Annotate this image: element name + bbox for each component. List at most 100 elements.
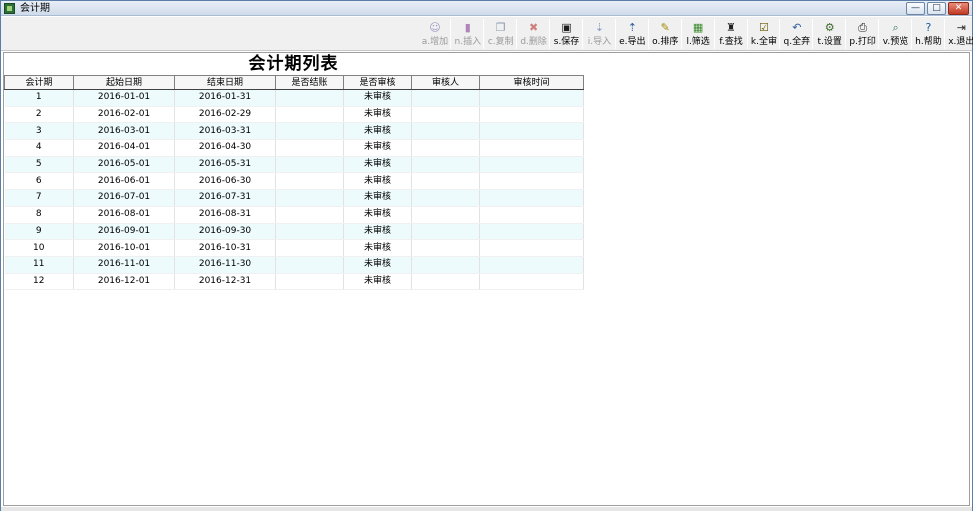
table-row[interactable]: 2 2016-02-01 2016-02-29 未审核 xyxy=(4,106,584,124)
table-cell[interactable]: 2016-02-29 xyxy=(174,106,276,124)
table-cell[interactable] xyxy=(275,239,344,257)
table-cell[interactable] xyxy=(479,89,584,107)
table-cell[interactable]: 2016-03-31 xyxy=(174,122,276,141)
table-cell[interactable] xyxy=(275,223,344,241)
table-cell[interactable]: 2016-08-01 xyxy=(73,206,175,224)
table-cell[interactable] xyxy=(275,172,344,191)
table-cell[interactable]: 2016-12-31 xyxy=(174,273,276,291)
table-cell[interactable] xyxy=(411,89,480,107)
table-cell[interactable]: 5 xyxy=(4,156,74,174)
table-cell[interactable] xyxy=(275,139,344,157)
import-button[interactable]: ⇣ i.导入 xyxy=(584,18,616,50)
table-cell[interactable]: 2016-01-31 xyxy=(174,89,276,107)
export-button[interactable]: ⇡ e.导出 xyxy=(616,18,648,50)
copy-button[interactable]: ❐ c.复制 xyxy=(485,18,517,50)
table-cell[interactable] xyxy=(479,156,584,174)
preview-button[interactable]: ⌕ v.预览 xyxy=(880,18,912,50)
table-cell[interactable] xyxy=(275,273,344,291)
table-cell[interactable] xyxy=(479,223,584,241)
exit-button[interactable]: ⇥ x.退出 xyxy=(945,18,973,50)
table-cell[interactable] xyxy=(411,206,480,224)
table-cell[interactable]: 1 xyxy=(4,89,74,107)
table-cell[interactable]: 2016-10-31 xyxy=(174,239,276,257)
column-header[interactable]: 是否结账 xyxy=(275,75,344,90)
table-cell[interactable]: 2016-11-01 xyxy=(73,256,175,274)
table-cell[interactable] xyxy=(479,139,584,157)
column-header[interactable]: 审核时间 xyxy=(479,75,584,90)
table-cell[interactable]: 2 xyxy=(4,106,74,124)
table-cell[interactable]: 2016-07-31 xyxy=(174,189,276,207)
table-cell[interactable]: 未审核 xyxy=(343,106,412,124)
insert-button[interactable]: ▮ n.插入 xyxy=(452,18,484,50)
table-cell[interactable]: 2016-02-01 xyxy=(73,106,175,124)
table-cell[interactable] xyxy=(275,89,344,107)
settings-button[interactable]: ⚙ t.设置 xyxy=(814,18,846,50)
table-cell[interactable]: 12 xyxy=(4,273,74,291)
table-cell[interactable] xyxy=(411,273,480,291)
table-cell[interactable]: 未审核 xyxy=(343,223,412,241)
table-cell[interactable] xyxy=(411,256,480,274)
table-row[interactable]: 7 2016-07-01 2016-07-31 未审核 xyxy=(4,189,584,207)
table-row[interactable]: 9 2016-09-01 2016-09-30 未审核 xyxy=(4,223,584,241)
table-cell[interactable] xyxy=(411,139,480,157)
table-cell[interactable]: 2016-04-30 xyxy=(174,139,276,157)
table-cell[interactable] xyxy=(479,106,584,124)
table-cell[interactable]: 2016-10-01 xyxy=(73,239,175,257)
table-cell[interactable]: 2016-04-01 xyxy=(73,139,175,157)
filter-button[interactable]: ▦ l.筛选 xyxy=(682,18,714,50)
table-row[interactable]: 1 2016-01-01 2016-01-31 未审核 xyxy=(4,89,584,107)
table-row[interactable]: 8 2016-08-01 2016-08-31 未审核 xyxy=(4,206,584,224)
table-cell[interactable] xyxy=(479,172,584,191)
table-row[interactable]: 12 2016-12-01 2016-12-31 未审核 xyxy=(4,273,584,291)
delete-button[interactable]: ✖ d.删除 xyxy=(518,18,550,50)
table-cell[interactable]: 2016-11-30 xyxy=(174,256,276,274)
table-cell[interactable]: 未审核 xyxy=(343,206,412,224)
table-cell[interactable]: 7 xyxy=(4,189,74,207)
table-cell[interactable]: 2016-03-01 xyxy=(73,122,175,141)
table-cell[interactable] xyxy=(275,189,344,207)
table-cell[interactable]: 未审核 xyxy=(343,172,412,191)
table-cell[interactable]: 未审核 xyxy=(343,139,412,157)
column-header[interactable]: 是否审核 xyxy=(343,75,412,90)
add-button[interactable]: ☺ a.增加 xyxy=(419,18,451,50)
table-cell[interactable]: 未审核 xyxy=(343,256,412,274)
table-cell[interactable]: 2016-12-01 xyxy=(73,273,175,291)
title-bar[interactable]: 会计期 — □ ✕ xyxy=(1,1,972,16)
table-cell[interactable]: 2016-09-01 xyxy=(73,223,175,241)
column-header[interactable]: 结束日期 xyxy=(174,75,276,90)
table-cell[interactable] xyxy=(411,172,480,191)
table-row[interactable]: 11 2016-11-01 2016-11-30 未审核 xyxy=(4,256,584,274)
table-cell[interactable]: 2016-09-30 xyxy=(174,223,276,241)
table-cell[interactable] xyxy=(479,256,584,274)
table-cell[interactable]: 未审核 xyxy=(343,89,412,107)
table-row[interactable]: 10 2016-10-01 2016-10-31 未审核 xyxy=(4,239,584,257)
table-row[interactable]: 3 2016-03-01 2016-03-31 未审核 xyxy=(4,122,584,141)
find-button[interactable]: ♜ f.查找 xyxy=(715,18,747,50)
table-cell[interactable]: 8 xyxy=(4,206,74,224)
table-cell[interactable]: 2016-05-31 xyxy=(174,156,276,174)
table-cell[interactable] xyxy=(275,206,344,224)
approve-all-button[interactable]: ☑ k.全审 xyxy=(748,18,780,50)
table-cell[interactable]: 9 xyxy=(4,223,74,241)
table-cell[interactable]: 未审核 xyxy=(343,156,412,174)
table-cell[interactable]: 2016-05-01 xyxy=(73,156,175,174)
table-cell[interactable] xyxy=(479,122,584,141)
maximize-button[interactable]: □ xyxy=(927,2,946,15)
table-cell[interactable]: 4 xyxy=(4,139,74,157)
table-cell[interactable] xyxy=(275,106,344,124)
table-cell[interactable]: 6 xyxy=(4,172,74,191)
table-cell[interactable] xyxy=(411,122,480,141)
table-cell[interactable]: 3 xyxy=(4,122,74,141)
column-header[interactable]: 会计期 xyxy=(4,75,74,90)
table-cell[interactable] xyxy=(275,256,344,274)
table-row[interactable]: 6 2016-06-01 2016-06-30 未审核 xyxy=(4,172,584,191)
table-cell[interactable]: 2016-06-01 xyxy=(73,172,175,191)
column-header[interactable]: 审核人 xyxy=(411,75,480,90)
table-cell[interactable] xyxy=(411,239,480,257)
print-button[interactable]: ⎙ p.打印 xyxy=(847,18,879,50)
table-cell[interactable]: 未审核 xyxy=(343,189,412,207)
table-cell[interactable]: 11 xyxy=(4,256,74,274)
table-cell[interactable] xyxy=(479,189,584,207)
save-button[interactable]: ▣ s.保存 xyxy=(551,18,583,50)
sort-button[interactable]: ✎ o.排序 xyxy=(649,18,681,50)
